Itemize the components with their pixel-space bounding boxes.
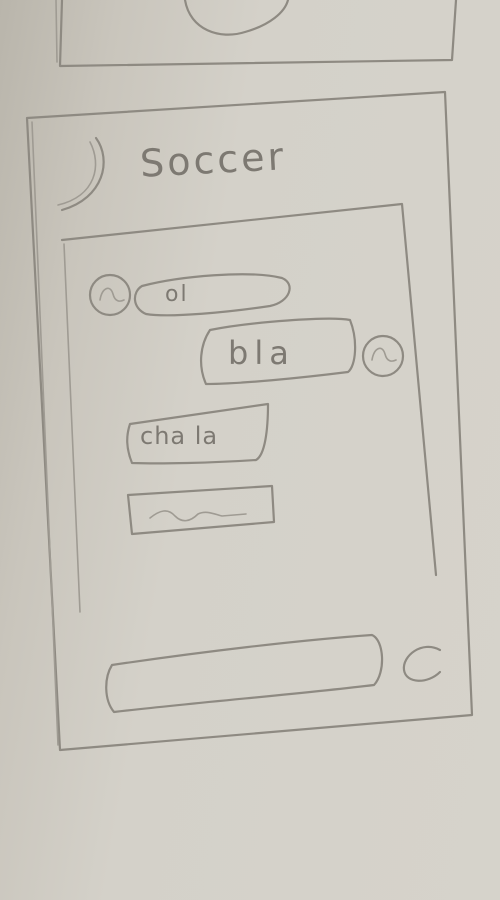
previous-screen-circle-icon — [183, 0, 290, 36]
previous-screen-frame — [55, 0, 458, 68]
message-bubble-4 — [126, 484, 276, 536]
avatar-left-target[interactable] — [88, 273, 132, 317]
message-bubble-1 — [133, 273, 291, 317]
back-button[interactable] — [55, 130, 115, 215]
avatar-right-target[interactable] — [361, 334, 405, 378]
message-input[interactable] — [116, 648, 376, 702]
chat-area-frame — [60, 202, 438, 577]
page-title: Soccer — [138, 134, 288, 186]
squiggle-text — [149, 510, 247, 522]
message-text-1: ol — [165, 282, 189, 307]
message-text-3: cha la — [140, 422, 219, 450]
send-button[interactable] — [400, 636, 446, 686]
message-text-2: bla — [228, 334, 295, 372]
